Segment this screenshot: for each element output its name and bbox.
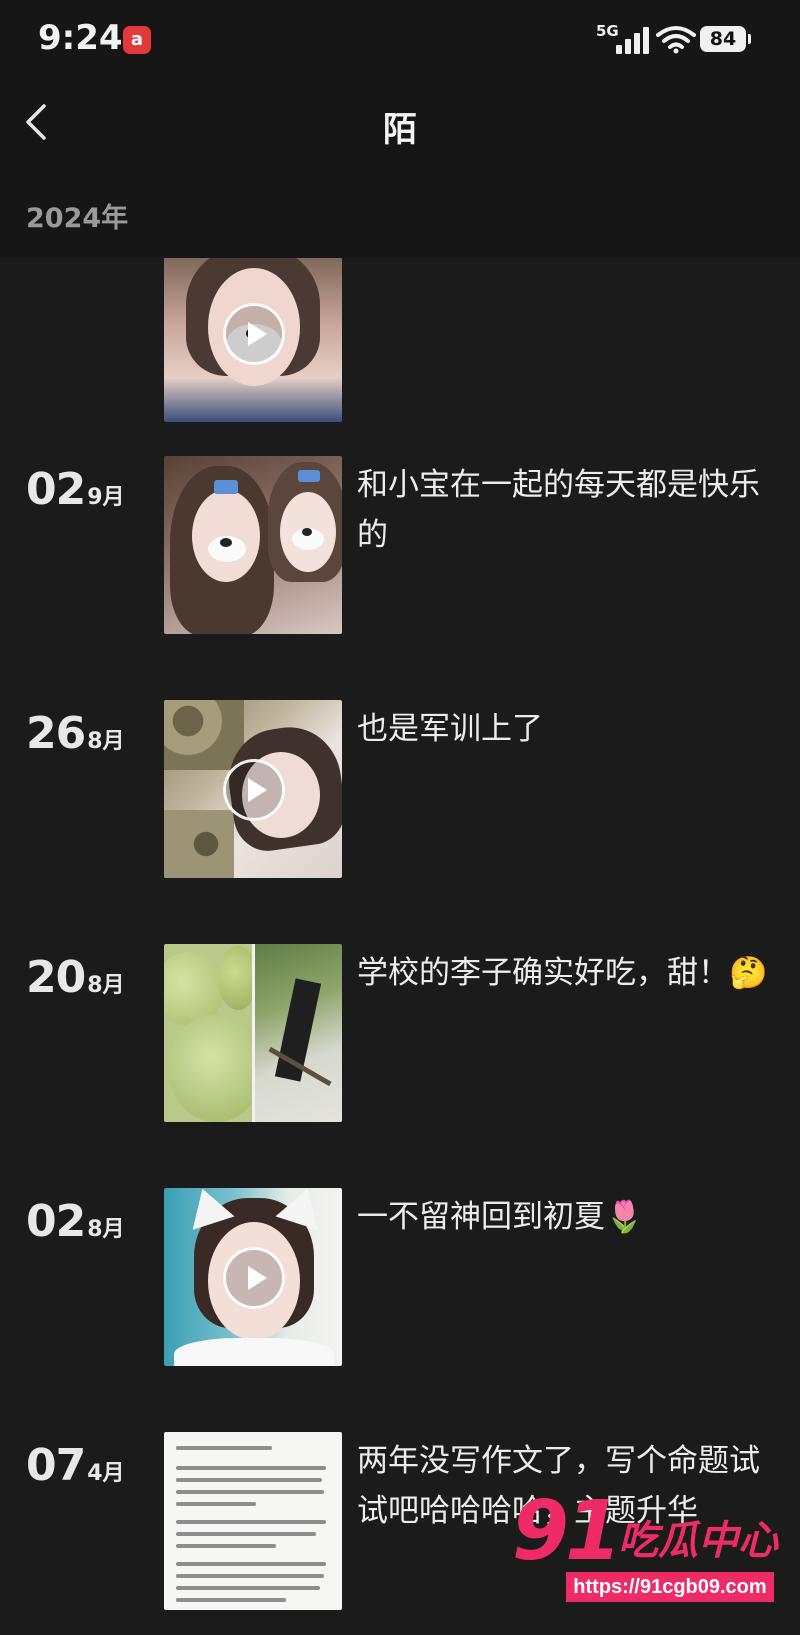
dog-nose	[302, 528, 312, 536]
post-date: 074月	[26, 1440, 125, 1491]
battery-indicator: 84	[700, 26, 751, 52]
post-date: 029月	[26, 464, 125, 515]
status-bar: 9:24 a 5G 84	[0, 0, 800, 80]
post-day: 07	[26, 1440, 86, 1491]
post-item[interactable]	[0, 258, 800, 422]
clip-decoration	[214, 480, 238, 494]
doc-line	[176, 1574, 324, 1578]
page-title: 陌	[383, 110, 417, 150]
play-icon[interactable]	[223, 759, 285, 821]
tree-photo	[255, 944, 342, 1122]
app-notification-icon: a	[123, 26, 151, 54]
post-item[interactable]: 268月 也是军训上了	[0, 700, 800, 878]
shirt-shape	[174, 1338, 334, 1366]
doc-line	[176, 1544, 276, 1548]
watermark-url: https://91cgb09.com	[566, 1572, 774, 1602]
doc-line	[176, 1520, 326, 1524]
post-item[interactable]: 028月 一不留神回到初夏🌷	[0, 1188, 800, 1366]
doc-line	[176, 1466, 326, 1470]
photo-thumbnail[interactable]	[164, 456, 342, 634]
watermark-logo-text: 吃瓜中心	[618, 1518, 778, 1564]
doc-line	[176, 1598, 286, 1602]
post-month: 8月	[87, 1217, 125, 1242]
watermark-logo-number: 91	[512, 1484, 622, 1579]
post-day: 26	[26, 708, 86, 759]
year-label: 2024年	[26, 203, 129, 234]
post-item[interactable]: 029月 和小宝在一起的每天都是快乐的	[0, 456, 800, 634]
photo-thumbnail[interactable]	[164, 944, 342, 1122]
post-day: 02	[26, 1196, 86, 1247]
dog-nose	[220, 538, 232, 547]
video-thumbnail[interactable]	[164, 1188, 342, 1366]
doc-line	[176, 1562, 326, 1566]
post-date: 208月	[26, 952, 125, 1003]
post-month: 9月	[87, 485, 125, 510]
post-month: 4月	[87, 1461, 125, 1486]
doc-line	[176, 1446, 272, 1450]
clock: 9:24	[38, 18, 123, 58]
play-icon[interactable]	[223, 1247, 285, 1309]
doc-line	[176, 1478, 322, 1482]
play-icon[interactable]	[223, 303, 285, 365]
plum-photo	[164, 944, 264, 1122]
plum-fruit	[168, 1014, 264, 1122]
camo-pattern	[164, 700, 244, 770]
post-caption: 和小宝在一起的每天都是快乐的	[357, 467, 760, 553]
post-item[interactable]: 208月 学校的李子确实好吃，甜！🤔	[0, 944, 800, 1122]
doc-line	[176, 1502, 256, 1506]
wifi-icon	[656, 26, 696, 54]
post-caption: 也是军训上了	[357, 711, 543, 747]
video-thumbnail[interactable]	[164, 700, 342, 878]
document-thumbnail[interactable]	[164, 1432, 342, 1610]
post-date: 028月	[26, 1196, 125, 1247]
nav-bar: 陌 2024年	[0, 80, 800, 258]
doc-line	[176, 1532, 316, 1536]
post-day: 20	[26, 952, 86, 1003]
post-caption: 一不留神回到初夏🌷	[357, 1199, 644, 1235]
post-month: 8月	[87, 973, 125, 998]
post-month: 8月	[87, 729, 125, 754]
camo-pattern	[164, 810, 234, 878]
post-caption: 学校的李子确实好吃，甜！🤔	[357, 955, 768, 991]
signal-icon	[616, 26, 650, 54]
clip-decoration	[298, 470, 320, 482]
doc-line	[176, 1490, 324, 1494]
video-thumbnail[interactable]	[164, 258, 342, 422]
post-date: 268月	[26, 708, 125, 759]
doc-line	[176, 1586, 320, 1590]
post-feed[interactable]: 029月 和小宝在一起的每天都是快乐的 268月 也是军训上了 208月 学校的…	[0, 258, 800, 1635]
post-day: 02	[26, 464, 86, 515]
